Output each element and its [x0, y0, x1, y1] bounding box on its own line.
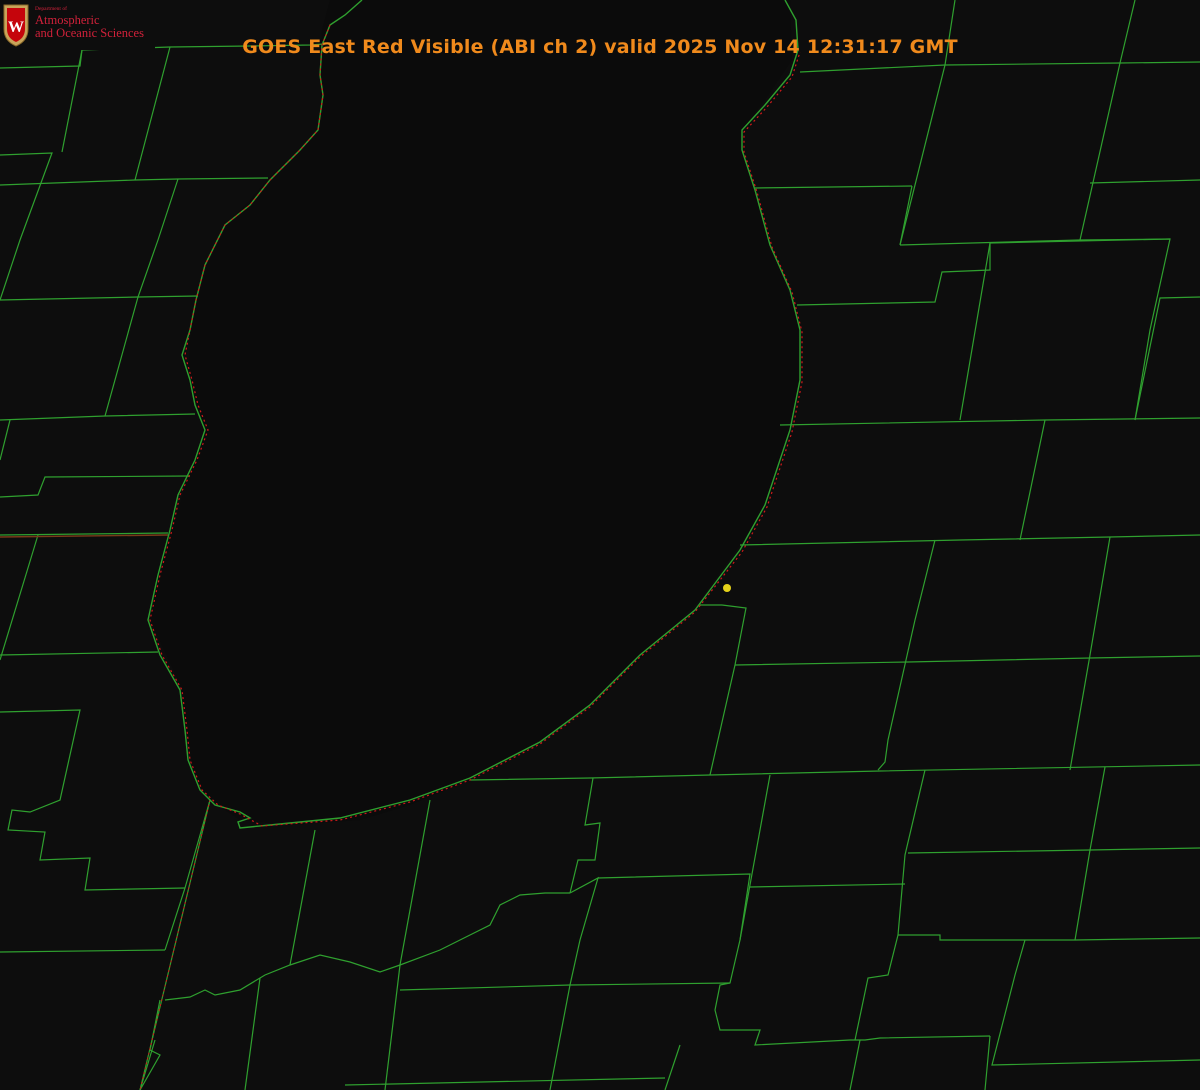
logo-dept-text: Department of	[35, 6, 67, 12]
satellite-map	[0, 0, 1200, 1090]
image-title: GOES East Red Visible (ABI ch 2) valid 2…	[242, 36, 958, 58]
station-marker	[723, 584, 731, 592]
svg-text:W: W	[8, 19, 24, 36]
